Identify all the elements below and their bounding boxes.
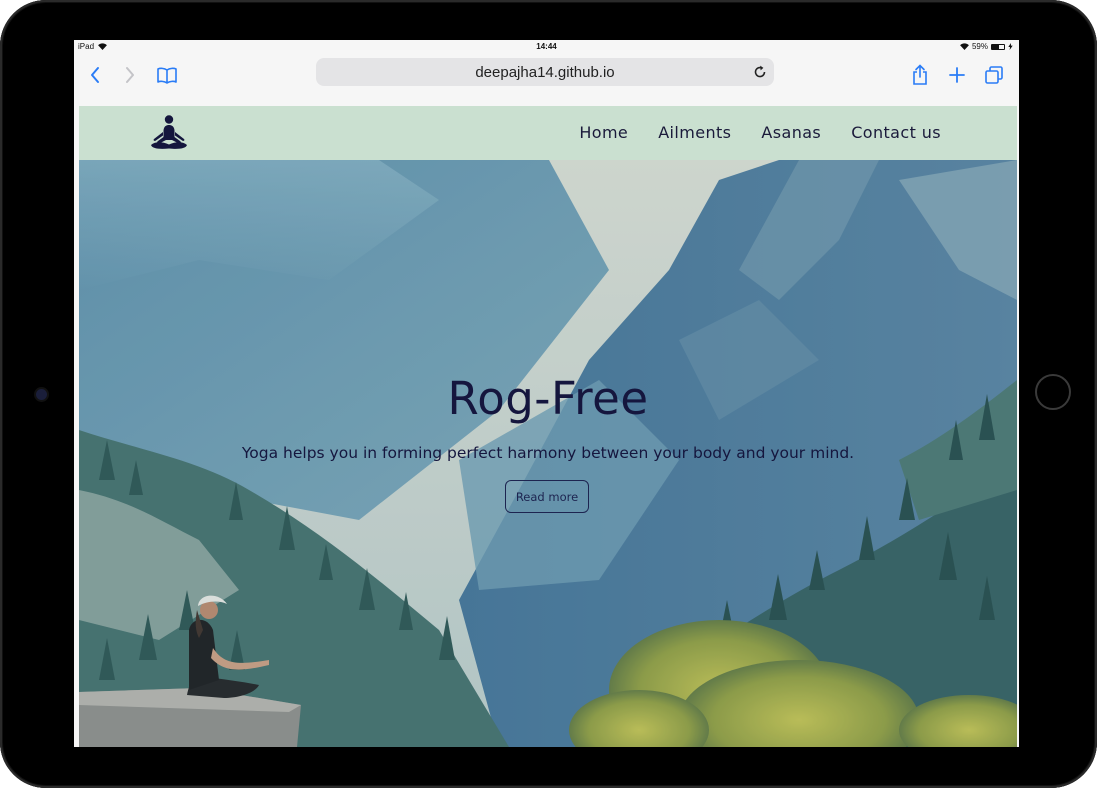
- share-icon: [913, 64, 927, 85]
- read-more-button[interactable]: Read more: [505, 480, 589, 513]
- front-camera: [36, 389, 47, 400]
- battery-icon: [991, 43, 1005, 50]
- browser-toolbar: deepajha14.github.io: [74, 54, 1019, 106]
- site-navbar: Home Ailments Asanas Contact us: [79, 106, 1017, 160]
- new-tab-button[interactable]: [944, 62, 970, 88]
- new-tab-icon: [949, 67, 965, 83]
- web-page: Home Ailments Asanas Contact us Rog-Free…: [79, 106, 1017, 747]
- nav-asanas[interactable]: Asanas: [761, 123, 821, 142]
- share-button[interactable]: [907, 62, 933, 88]
- hero-section: Rog-Free Yoga helps you in forming perfe…: [79, 160, 1017, 747]
- hero-subtitle: Yoga helps you in forming perfect harmon…: [241, 444, 855, 462]
- nav-home[interactable]: Home: [579, 123, 628, 142]
- nav-links: Home Ailments Asanas Contact us: [579, 123, 941, 142]
- forward-icon: [126, 67, 134, 83]
- status-bar: iPad 14:44 59%: [74, 40, 1019, 54]
- screen: iPad 14:44 59% deepajha14.github.io Home…: [74, 40, 1019, 747]
- home-button[interactable]: [1035, 374, 1071, 410]
- forward-button[interactable]: [117, 62, 143, 88]
- clock: 14:44: [536, 42, 557, 51]
- tabs-button[interactable]: [981, 62, 1007, 88]
- charging-icon: [1008, 43, 1013, 50]
- nav-contact-us[interactable]: Contact us: [851, 123, 941, 142]
- address-bar[interactable]: deepajha14.github.io: [316, 58, 774, 86]
- ipad-frame: iPad 14:44 59% deepajha14.github.io Home…: [0, 0, 1097, 788]
- back-button[interactable]: [82, 62, 108, 88]
- bookmarks-icon: [157, 67, 177, 84]
- nav-ailments[interactable]: Ailments: [658, 123, 731, 142]
- hero-title: Rog-Free: [447, 372, 649, 425]
- meditation-icon[interactable]: [149, 114, 189, 152]
- back-icon: [91, 67, 99, 83]
- reload-icon[interactable]: [752, 64, 768, 80]
- tabs-icon: [985, 66, 1003, 84]
- url-text: deepajha14.github.io: [475, 63, 615, 81]
- battery-percent: 59%: [971, 42, 988, 51]
- wifi-status-icon: [960, 43, 969, 50]
- bookmarks-button[interactable]: [154, 62, 180, 88]
